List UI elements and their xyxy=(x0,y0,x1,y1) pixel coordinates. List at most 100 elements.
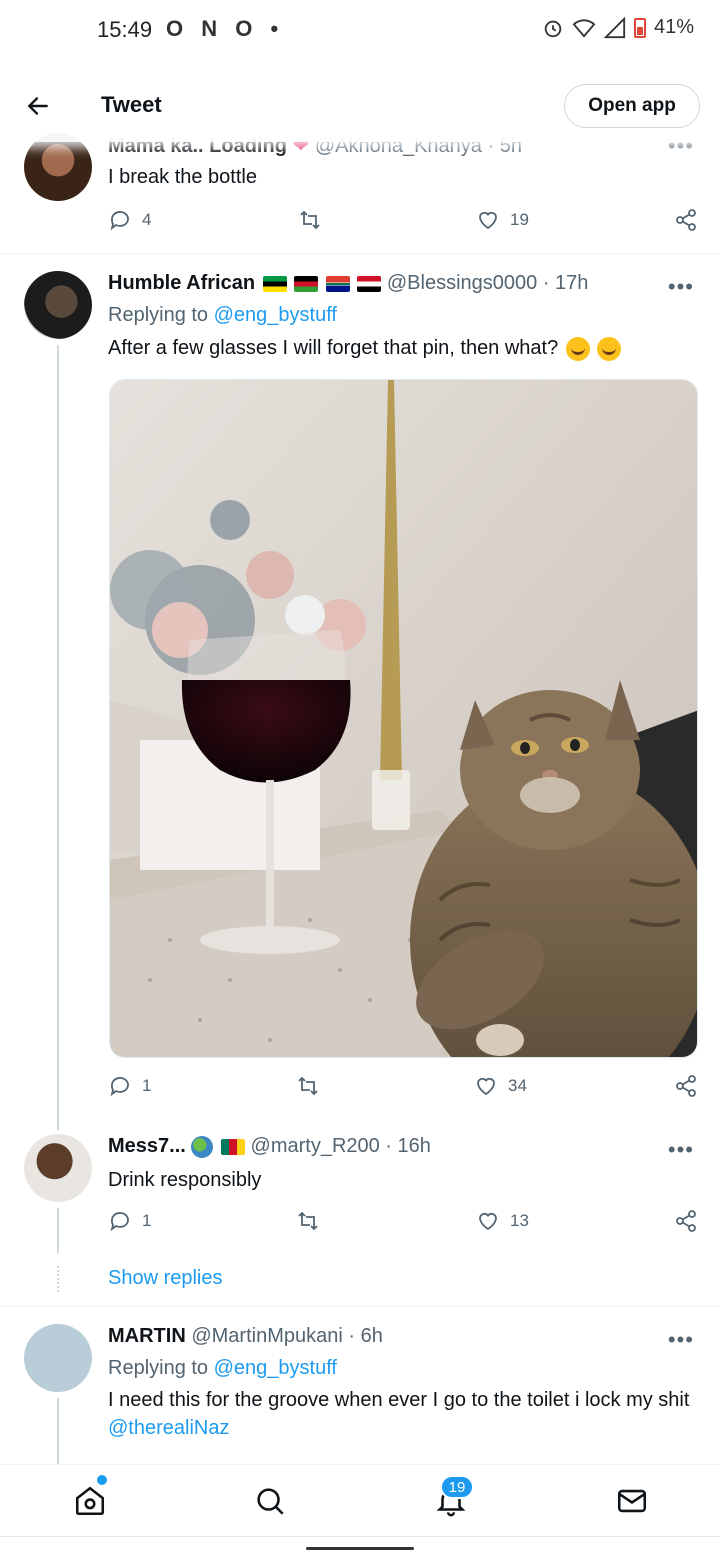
tweet-photo[interactable] xyxy=(109,379,698,1058)
share-button[interactable] xyxy=(674,1074,698,1098)
globe-emoji-icon xyxy=(191,1135,214,1158)
signal-icon xyxy=(603,16,626,38)
reply-icon xyxy=(110,211,129,231)
share-button[interactable] xyxy=(674,208,698,232)
thread-line xyxy=(57,1208,59,1253)
avatar[interactable] xyxy=(24,1324,92,1392)
gesture-bar xyxy=(0,1536,720,1560)
arrow-left-icon xyxy=(27,97,48,115)
share-icon xyxy=(676,209,696,231)
wifi-icon xyxy=(572,18,596,38)
mention-link[interactable]: @eng_bystuff xyxy=(214,1357,337,1379)
status-time: 15:49 xyxy=(97,17,153,42)
tweet-text-row: After a few glasses I will forget that p… xyxy=(108,334,698,362)
page-title: Tweet xyxy=(101,92,162,117)
retweet-button[interactable] xyxy=(296,1074,320,1098)
home-new-dot xyxy=(97,1475,107,1485)
avatar[interactable] xyxy=(24,271,92,339)
open-app-button[interactable]: Open app xyxy=(564,84,700,128)
cat-with-wine-image xyxy=(110,380,697,1057)
author-handle[interactable]: @Blessings0000 · 17h xyxy=(387,272,589,294)
flag-mozambique-icon xyxy=(262,275,287,292)
show-replies-link[interactable]: Show replies xyxy=(108,1267,223,1290)
like-button[interactable]: 19 xyxy=(476,208,529,232)
retweet-icon xyxy=(298,1076,318,1096)
avatar[interactable] xyxy=(24,1134,92,1202)
back-button[interactable] xyxy=(22,90,54,122)
flag-south-africa-icon xyxy=(325,275,350,292)
like-button[interactable]: 13 xyxy=(476,1209,529,1233)
mention-link[interactable]: @therealiNaz xyxy=(108,1417,229,1439)
more-icon[interactable]: ••• xyxy=(668,1137,694,1163)
like-count: 19 xyxy=(510,210,529,229)
share-icon xyxy=(676,1075,696,1097)
tweet-text: I need this for the groove when ever I g… xyxy=(108,1389,690,1411)
author-name[interactable]: Humble African xyxy=(108,272,255,294)
divider xyxy=(0,253,720,254)
retweet-button[interactable] xyxy=(298,208,322,232)
author-handle[interactable]: @MartinMpukani · 6h xyxy=(191,1325,382,1347)
retweet-icon xyxy=(300,210,320,230)
heart-icon xyxy=(479,1212,497,1231)
top-header: Tweet Open app xyxy=(0,70,720,142)
mention-link[interactable]: @eng_bystuff xyxy=(214,304,337,326)
reply-button[interactable]: 1 xyxy=(108,1074,151,1098)
home-gesture-pill[interactable] xyxy=(306,1547,414,1550)
reply-count: 1 xyxy=(142,1211,152,1230)
like-count: 34 xyxy=(508,1076,527,1095)
tweet-actions: 1 34 xyxy=(108,1074,700,1104)
mail-icon xyxy=(617,1489,647,1513)
status-right: 41% xyxy=(542,16,694,39)
more-icon[interactable]: ••• xyxy=(668,274,694,300)
replying-to: Replying to @eng_bystuff xyxy=(108,1357,337,1380)
replying-to: Replying to @eng_bystuff xyxy=(108,304,337,327)
battery-icon xyxy=(633,17,646,38)
more-icon[interactable]: ••• xyxy=(668,1327,694,1353)
flag-malawi-icon xyxy=(294,275,319,292)
flag-egypt-icon xyxy=(357,275,382,292)
notifications-badge: 19 xyxy=(440,1475,474,1499)
heart-icon xyxy=(477,1077,495,1096)
tweet-text: After a few glasses I will forget that p… xyxy=(108,337,559,359)
nav-home[interactable] xyxy=(70,1481,110,1521)
tweet-text: I break the bottle xyxy=(108,166,257,188)
avatar[interactable] xyxy=(24,133,92,201)
alarm-icon xyxy=(544,20,562,37)
tweet-text: Drink responsibly xyxy=(108,1169,262,1191)
bottom-navigation: 19 xyxy=(0,1464,720,1536)
tweet-text-row: I need this for the groove when ever I g… xyxy=(108,1386,698,1442)
reply-icon xyxy=(110,1212,129,1232)
author-name[interactable]: Mess7... xyxy=(108,1135,186,1157)
author-handle[interactable]: @marty_R200 · 16h xyxy=(251,1135,431,1157)
replying-prefix: Replying to xyxy=(108,1357,209,1379)
home-icon xyxy=(75,1486,105,1516)
replying-prefix: Replying to xyxy=(108,304,209,326)
search-icon xyxy=(257,1488,284,1515)
laughing-tears-emoji-icon xyxy=(565,336,590,361)
like-button[interactable]: 34 xyxy=(474,1074,527,1098)
tweet-actions: 4 19 xyxy=(108,208,700,238)
retweet-button[interactable] xyxy=(296,1209,320,1233)
thread-dots xyxy=(57,1266,59,1292)
divider xyxy=(0,1306,720,1307)
author-name[interactable]: MARTIN xyxy=(108,1325,186,1347)
reply-icon xyxy=(110,1077,129,1097)
reply-button[interactable]: 4 xyxy=(108,208,151,232)
nav-search[interactable] xyxy=(250,1481,290,1521)
retweet-icon xyxy=(298,1211,318,1231)
nav-messages[interactable] xyxy=(612,1481,652,1521)
status-bar: 15:49 O N O • 41% xyxy=(0,0,720,60)
battery-percent: 41% xyxy=(653,16,694,38)
share-button[interactable] xyxy=(674,1209,698,1233)
reply-count: 4 xyxy=(142,210,152,229)
share-icon xyxy=(676,1210,696,1232)
flag-cameroon-icon xyxy=(220,1138,245,1155)
tweet-author: MARTIN @MartinMpukani · 6h xyxy=(108,1325,383,1348)
thread-line xyxy=(57,345,59,1130)
thread-line xyxy=(57,1398,59,1464)
tweet-author: Mess7... @marty_R200 · 16h xyxy=(108,1135,431,1158)
grinning-squint-emoji-icon xyxy=(597,336,622,361)
reply-button[interactable]: 1 xyxy=(108,1209,151,1233)
notification-icons: O N O • xyxy=(166,16,285,41)
heart-icon xyxy=(479,211,497,230)
